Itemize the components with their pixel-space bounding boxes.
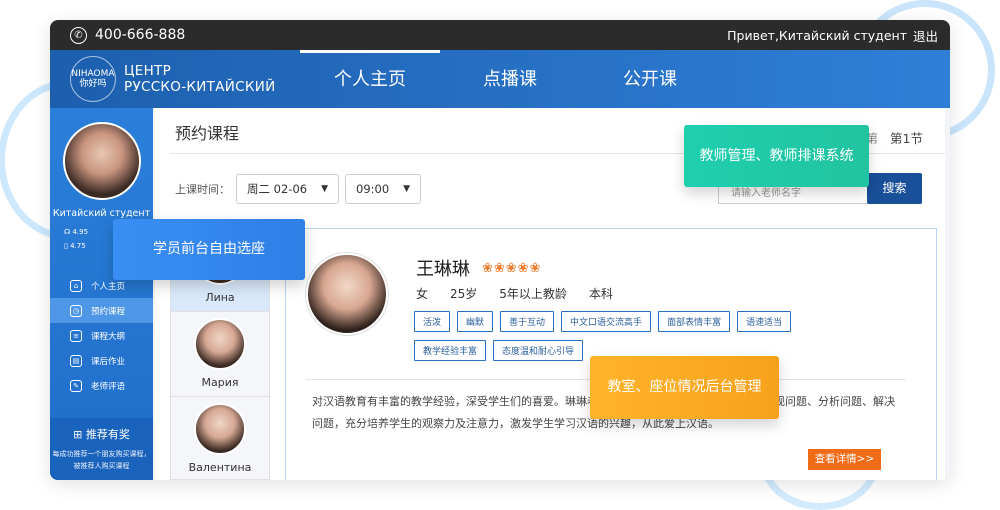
home-icon: ⌂ xyxy=(70,279,82,292)
view-details-button[interactable]: 查看详情>> xyxy=(808,449,881,470)
tag: 语速适当 xyxy=(737,311,792,332)
search-button[interactable]: 搜索 xyxy=(867,173,922,204)
callout-room: 教室、座位情况后台管理 xyxy=(590,356,779,419)
sidebar-item-syllabus[interactable]: ≡ 课程大纲 xyxy=(50,323,153,348)
logout-link[interactable]: 退出 xyxy=(913,26,938,45)
sidebar-item-booking[interactable]: ◷ 预约课程 xyxy=(50,298,153,323)
student-name: Китайский студент xyxy=(52,208,151,219)
phone-number: 400-666-888 xyxy=(95,27,186,43)
tag: 面部表情丰富 xyxy=(658,311,731,332)
list-item[interactable]: Мария xyxy=(171,312,269,397)
time-label: 上课时间： xyxy=(175,183,230,196)
teacher-detail: 王琳琳 ❀❀❀❀❀ 女 25岁 5年以上教龄 本科 活泼 幽默 善于互动 中文口语交流… xyxy=(285,228,937,480)
sidebar-item-homework[interactable]: ▤ 课后作业 xyxy=(50,348,153,373)
document-icon: ▤ xyxy=(70,354,82,367)
referral-promo[interactable]: ⊞ 推荐有奖 每成功推荐一个朋友购买课程，被推荐人购买课程 xyxy=(50,418,153,480)
time-filter: 上课时间： 周二 02-06 ▼ 09:00 ▼ xyxy=(175,174,422,204)
main-nav: NIHAOMA 你好吗 ЦЕНТР РУССКО-КИТАЙСКИЙ 个人主页 … xyxy=(50,50,950,108)
phone-icon: ✆ xyxy=(70,26,87,44)
chevron-down-icon: ▼ xyxy=(321,184,328,194)
teacher-info: 女 25岁 5年以上教龄 本科 xyxy=(416,287,613,301)
sidebar: Китайский студент ☊ 4.95 ▯ 4.75 ⌂ 个人主页 ◷ 预… xyxy=(50,108,153,480)
rating-flower-icon: ❀❀❀❀❀ xyxy=(482,261,542,276)
logo-mark-icon: NIHAOMA 你好吗 xyxy=(70,56,116,102)
user-greeting: Привет,Китайский студент xyxy=(727,27,907,43)
callout-teacher: 教师管理、教师排课系统 xyxy=(684,125,869,187)
chevron-down-icon: ▼ xyxy=(403,184,411,194)
tag: 中文口语交流高手 xyxy=(561,311,652,332)
tag: 教学经验丰富 xyxy=(414,340,487,361)
callout-student: 学员前台自由选座 xyxy=(113,219,305,280)
sidebar-menu: ⌂ 个人主页 ◷ 预约课程 ≡ 课程大纲 ▤ 课后作业 ✎ 老师评语 xyxy=(50,273,153,398)
avatar xyxy=(306,253,388,335)
avatar xyxy=(194,403,246,455)
tag: 幽默 xyxy=(457,311,494,332)
avatar[interactable] xyxy=(62,122,141,200)
nav-open-class[interactable]: 公开课 xyxy=(580,50,720,108)
nav-home[interactable]: 个人主页 xyxy=(300,50,440,108)
nav-vod[interactable]: 点播课 xyxy=(440,50,580,108)
avatar xyxy=(194,318,246,370)
list-item[interactable]: Валентина xyxy=(171,397,269,480)
list-icon: ≡ xyxy=(70,329,82,342)
tag: 态度温和耐心引导 xyxy=(493,340,584,361)
teacher-name: 王琳琳 xyxy=(416,259,470,280)
logo[interactable]: NIHAOMA 你好吗 ЦЕНТР РУССКО-КИТАЙСКИЙ xyxy=(70,56,300,102)
logo-line2: РУССКО-КИТАЙСКИЙ xyxy=(124,79,276,95)
page-title: 预约课程 xyxy=(175,124,240,143)
time-select[interactable]: 09:00 ▼ xyxy=(345,174,422,204)
promo-desc: 每成功推荐一个朋友购买课程，被推荐人购买课程 xyxy=(52,450,151,470)
comment-icon: ✎ xyxy=(70,379,82,392)
sidebar-item-comments[interactable]: ✎ 老师评语 xyxy=(50,373,153,398)
gift-icon: ⊞ xyxy=(73,428,86,441)
tag: 善于互动 xyxy=(500,311,555,332)
date-select[interactable]: 周二 02-06 ▼ xyxy=(236,174,339,204)
logo-line1: ЦЕНТР xyxy=(124,63,172,79)
clock-icon: ◷ xyxy=(70,304,82,317)
lesson-selector[interactable]: 第第1节 xyxy=(866,128,923,147)
top-bar: ✆ 400-666-888 Привет,Китайский студент 退… xyxy=(50,20,950,50)
tag: 活泼 xyxy=(414,311,451,332)
